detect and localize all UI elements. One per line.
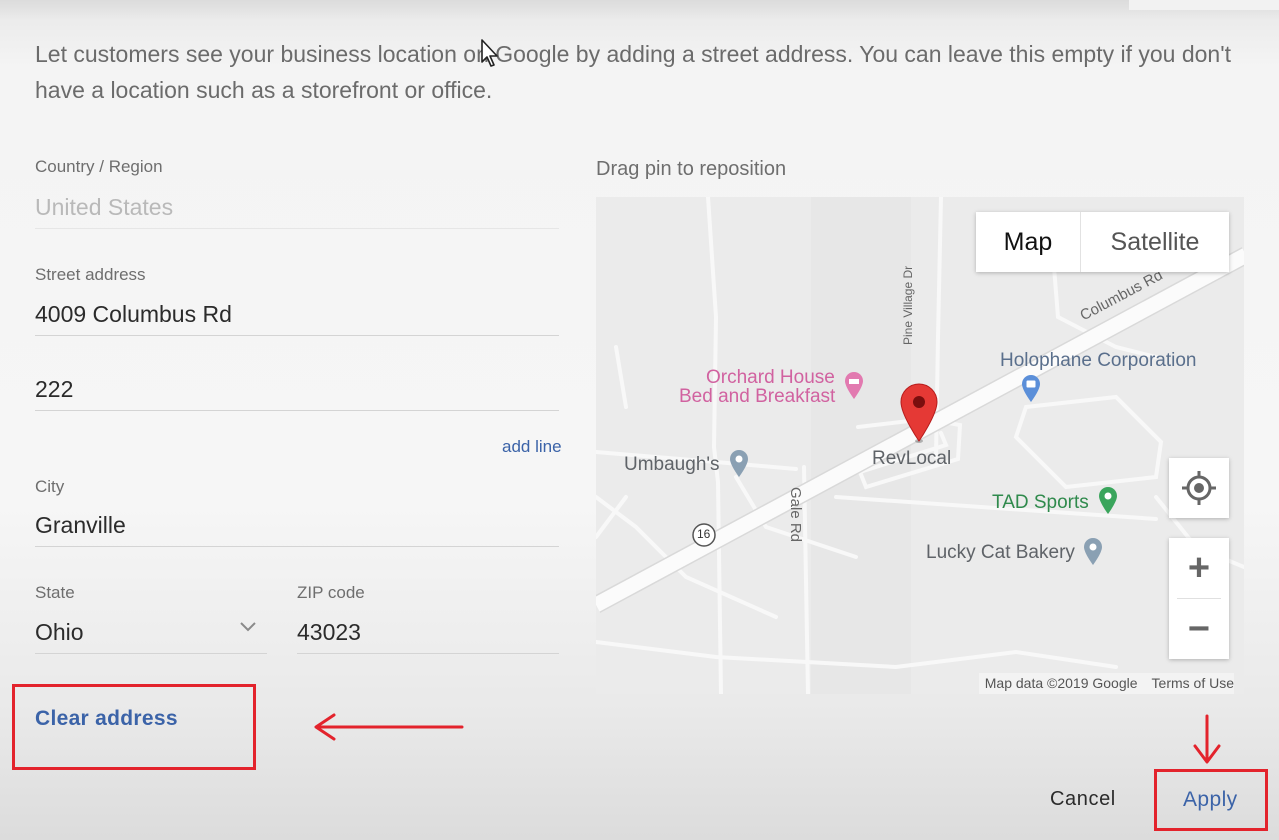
terms-of-use-link[interactable]: Terms of Use	[1152, 675, 1234, 691]
sports-pin-icon	[1099, 487, 1117, 514]
road-label-pine-village: Pine Village Dr	[901, 265, 915, 345]
mouse-cursor-icon	[481, 39, 498, 67]
add-line-link[interactable]: add line	[502, 437, 562, 457]
top-right-block	[1129, 0, 1279, 10]
my-location-button[interactable]	[1169, 458, 1229, 518]
country-label: Country / Region	[35, 157, 163, 176]
state-select[interactable]: Ohio	[35, 619, 267, 654]
place-revlocal[interactable]: RevLocal	[872, 449, 951, 469]
place-holophane[interactable]: Holophane Corporation	[1000, 351, 1196, 371]
place-pin-icon	[730, 450, 748, 477]
state-label: State	[35, 583, 75, 602]
map-type-satellite-button[interactable]: Satellite	[1081, 212, 1229, 272]
bakery-pin-icon	[1084, 538, 1102, 565]
annotation-box-apply	[1154, 769, 1268, 831]
street-address-input[interactable]: 4009 Columbus Rd	[35, 301, 559, 336]
map-type-toggle: Map Satellite	[976, 212, 1229, 272]
map-data-credit: Map data ©2019 Google	[984, 675, 1138, 691]
street-label: Street address	[35, 265, 146, 284]
drag-pin-hint: Drag pin to reposition	[596, 158, 787, 180]
zip-label: ZIP code	[297, 583, 365, 602]
map-view[interactable]: Columbus Rd Pine Village Dr Gale Rd 16 H…	[596, 197, 1244, 694]
store-pin-icon	[1022, 375, 1040, 402]
chevron-down-icon	[240, 622, 256, 632]
place-lucky-cat-bakery[interactable]: Lucky Cat Bakery	[926, 543, 1075, 563]
crosshair-icon	[1182, 471, 1216, 505]
annotation-box-clear	[12, 684, 256, 770]
zip-input[interactable]: 43023	[297, 619, 559, 654]
zoom-control: + −	[1169, 538, 1229, 659]
place-orchard-house-line2: Bed and Breakfast	[679, 386, 836, 407]
road-label-gale: Gale Rd	[787, 487, 804, 543]
map-attribution: Map data ©2019 Google Terms of Use	[978, 673, 1234, 694]
street-address-line2-input[interactable]: 222	[35, 376, 559, 411]
route-shield-label: 16	[697, 527, 711, 541]
map-type-map-button[interactable]: Map	[976, 212, 1081, 272]
hotel-pin-icon	[845, 372, 863, 399]
annotation-arrow-down-icon	[1193, 714, 1221, 764]
city-input[interactable]: Granville	[35, 512, 559, 547]
zoom-in-button[interactable]: +	[1169, 538, 1229, 598]
place-orchard-house[interactable]: Orchard House	[706, 368, 835, 388]
place-tad-sports[interactable]: TAD Sports	[992, 493, 1089, 513]
annotation-arrow-left-icon	[314, 713, 464, 741]
place-umbaughs[interactable]: Umbaugh's	[624, 455, 720, 475]
location-pin-icon[interactable]	[898, 381, 940, 445]
country-field: United States	[35, 194, 559, 229]
intro-text: Let customers see your business location…	[35, 41, 1231, 103]
cancel-button[interactable]: Cancel	[1050, 788, 1116, 811]
top-shade	[0, 0, 1279, 20]
zoom-out-button[interactable]: −	[1169, 599, 1229, 659]
city-label: City	[35, 477, 65, 496]
